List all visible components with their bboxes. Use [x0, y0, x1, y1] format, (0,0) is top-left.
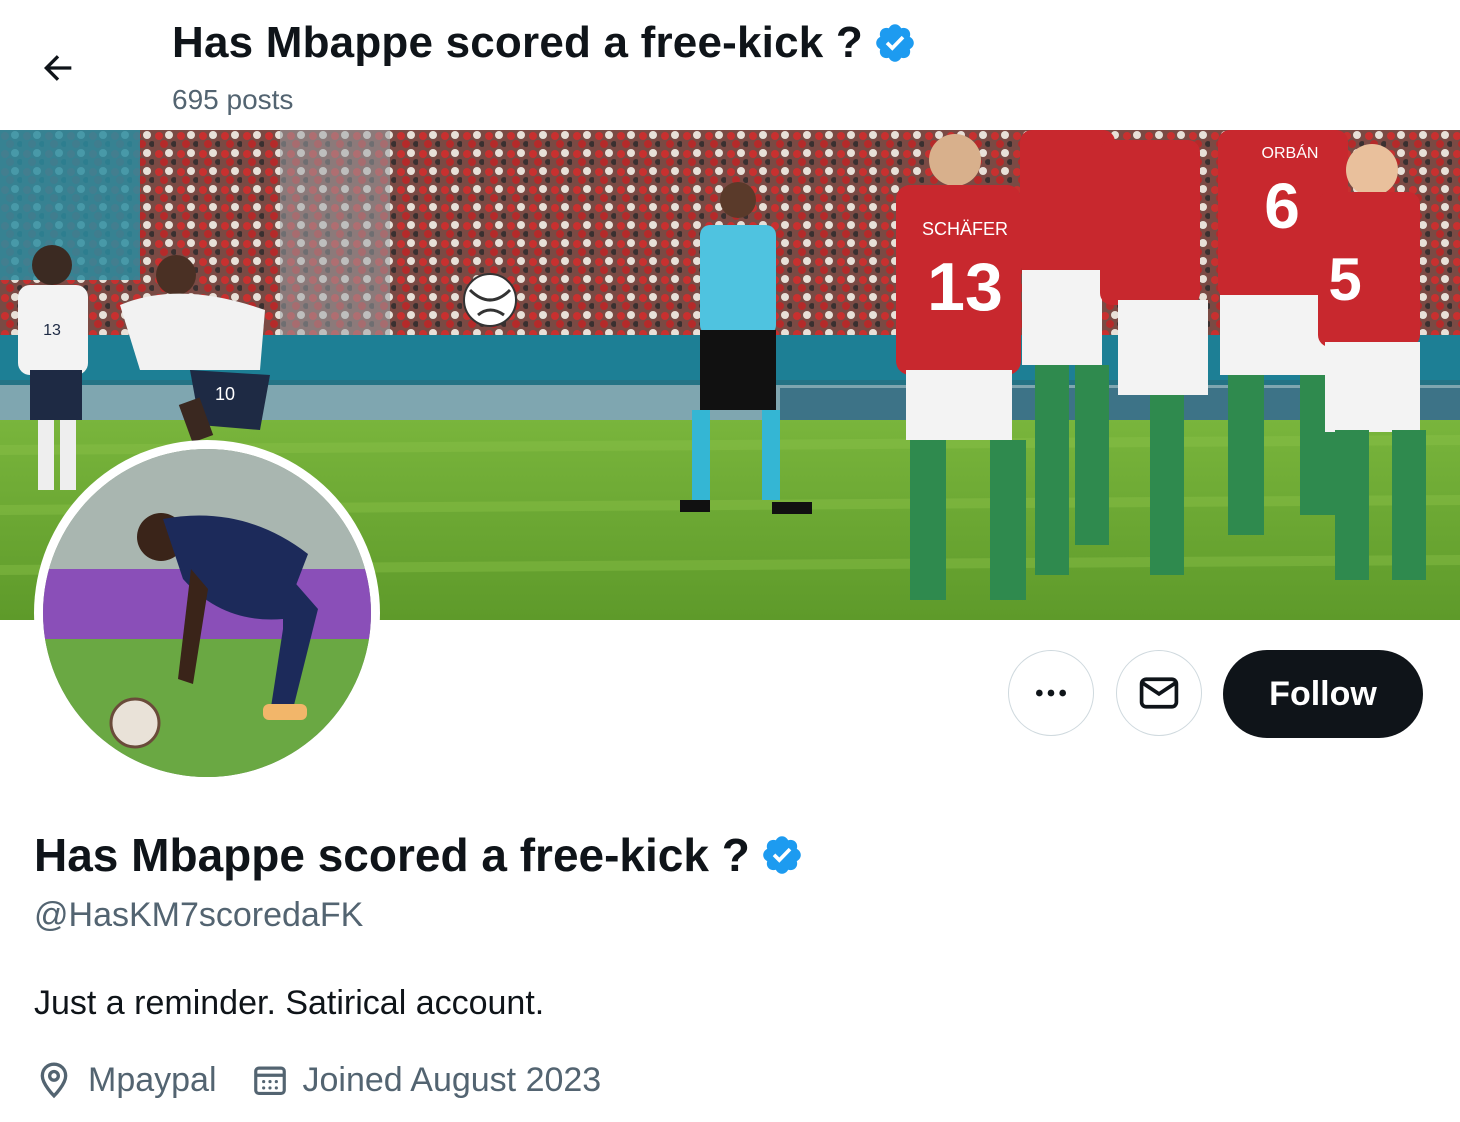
- more-dots-icon: [1036, 689, 1066, 697]
- svg-text:13: 13: [43, 322, 61, 339]
- more-options-button[interactable]: [1008, 650, 1094, 736]
- header-title: Has Mbappe scored a free-kick ?: [172, 18, 863, 67]
- svg-text:6: 6: [1264, 170, 1300, 242]
- svg-text:10: 10: [215, 384, 235, 404]
- arrow-left-icon: [44, 55, 72, 81]
- joined-text: Joined August 2023: [302, 1060, 602, 1099]
- svg-text:SCHÄFER: SCHÄFER: [922, 219, 1008, 239]
- verified-badge-icon: [876, 24, 914, 62]
- joined-item: Joined August 2023: [251, 1060, 602, 1100]
- svg-text:ORBÁN: ORBÁN: [1262, 143, 1319, 162]
- display-name-row: Has Mbappe scored a free-kick ?: [34, 828, 804, 882]
- profile-header: Has Mbappe scored a free-kick ? 695 post…: [0, 0, 1460, 130]
- profile-meta: Mpaypal Joined August 2023: [34, 1060, 635, 1100]
- avatar-image: [43, 449, 371, 777]
- svg-text:5: 5: [1328, 246, 1361, 313]
- location-item: Mpaypal: [34, 1060, 217, 1100]
- follow-button[interactable]: Follow: [1223, 650, 1423, 738]
- display-name: Has Mbappe scored a free-kick ?: [34, 829, 750, 881]
- profile-avatar[interactable]: [34, 440, 380, 786]
- envelope-icon: [1139, 677, 1179, 709]
- header-title-row: Has Mbappe scored a free-kick ?: [172, 18, 917, 68]
- message-button[interactable]: [1116, 650, 1202, 736]
- verified-badge-icon[interactable]: [760, 833, 804, 877]
- calendar-icon: [253, 1066, 286, 1096]
- svg-text:13: 13: [927, 249, 1003, 325]
- profile-bio: Just a reminder. Satirical account.: [34, 984, 545, 1022]
- post-count: 695 posts: [172, 84, 294, 115]
- location-text: Mpaypal: [88, 1060, 217, 1099]
- user-handle: @HasKM7scoredaFK: [34, 896, 364, 934]
- back-button[interactable]: [30, 40, 86, 96]
- location-pin-icon: [40, 1062, 68, 1099]
